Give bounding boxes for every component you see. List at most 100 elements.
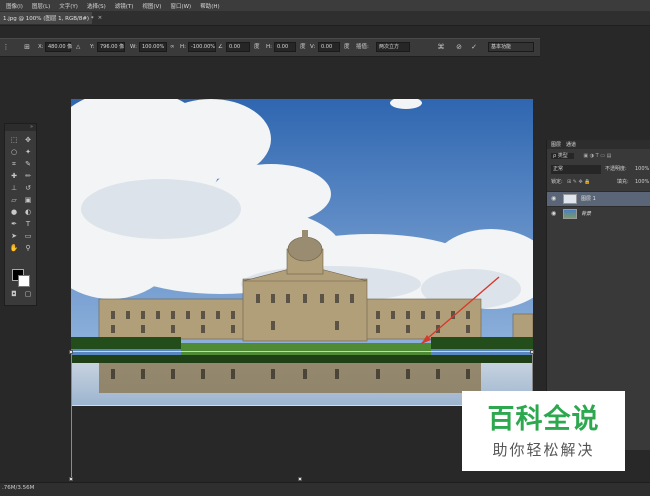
brush-icon[interactable]: ✏ [23,172,33,181]
menu-window[interactable]: 窗口(W) [170,2,191,10]
quick-mask-icon[interactable]: ◘ [9,290,19,299]
interp-label: 插值: [356,44,369,50]
vskew-label: V: [310,44,316,50]
reference-point-icon[interactable]: ⊞ [22,42,32,52]
gradient-icon[interactable]: ▣ [23,196,33,205]
move-icon[interactable]: ✥ [23,136,33,145]
fill-field[interactable]: 100% [635,177,649,188]
y-field[interactable]: 796.00 像 [97,42,125,52]
screen-mode-icon[interactable]: ▢ [23,290,33,299]
close-icon[interactable]: × [98,15,103,21]
layers-panel-tabs: 图层 通道 [547,140,650,149]
options-bar: ⋮ ⊞ X: 480.00 像 △ Y: 796.00 像 W: 100.00%… [0,38,540,57]
menu-layer[interactable]: 图层(L) [32,2,50,10]
menu-image[interactable]: 图像(I) [6,2,23,10]
layer-thumbnail [563,209,577,219]
blend-mode-select[interactable]: 正常 [551,165,601,174]
w-label: W: [130,44,137,50]
transform-guide-left [71,352,72,480]
eyedropper-icon[interactable]: ✎ [23,160,33,169]
magic-wand-icon[interactable]: ✦ [23,148,33,157]
eraser-icon[interactable]: ▱ [9,196,19,205]
layer-kind-select[interactable]: ρ 类型 [551,153,574,159]
menu-bar: 图像(I) 图层(L) 文字(Y) 选择(S) 滤镜(T) 视图(V) 窗口(W… [0,0,650,11]
blend-row: 正常 不透明度: 100% [547,164,650,175]
hand-icon[interactable]: ✋ [9,244,19,253]
tab-layers[interactable]: 图层 [551,141,561,148]
transform-handle[interactable] [69,477,73,481]
transform-handle[interactable] [69,350,73,354]
healing-icon[interactable]: ✚ [9,172,19,181]
watermark-title: 百科全说 [487,404,600,435]
menu-select[interactable]: 选择(S) [87,2,106,10]
cancel-icon[interactable]: ⊘ [454,42,464,52]
x-label: X: [38,44,44,50]
h-field[interactable]: -100.00% [188,42,216,52]
document-tab[interactable]: 1.jpg @ 100% (图层 1, RGB/8#) * × [0,12,102,24]
toolbox: » ⬚ ✥ ○ ✦ ⌗ ✎ ✚ ✏ ⊥ ↺ ▱ ▣ ● ◐ ✒ T ➤ ▭ ✋ … [4,123,37,306]
blur-icon[interactable]: ● [9,208,19,217]
toolbox-collapse-icon[interactable]: » [5,124,36,131]
transform-guide-right [532,352,533,392]
menu-type[interactable]: 文字(Y) [59,2,78,10]
hskew-field[interactable]: 0.00 [274,42,296,52]
menu-view[interactable]: 视图(V) [142,2,161,10]
workspace-select[interactable]: 基本功能 [488,42,534,52]
crop-icon[interactable]: ⌗ [9,160,19,169]
angle-field[interactable]: 0.00 [226,42,250,52]
pen-icon[interactable]: ✒ [9,220,19,229]
opacity-field[interactable]: 100% [635,164,649,175]
dodge-icon[interactable]: ◐ [23,208,33,217]
background-color-swatch[interactable] [18,275,30,287]
tab-channels[interactable]: 通道 [566,141,576,148]
doc-size-readout: .76M/3.56M [2,485,35,491]
w-field[interactable]: 100.00% [139,42,167,52]
document-canvas[interactable] [71,99,533,406]
fill-label: 填充: [617,179,629,185]
transform-handle[interactable] [298,477,302,481]
layer-filter-row: ρ 类型 ▣ ◑ T ▭ ▤ [547,151,650,162]
path-select-icon[interactable]: ➤ [9,232,19,241]
eye-icon[interactable]: ◉ [551,195,556,202]
watermark-subtitle: 助你轻松解决 [492,441,595,459]
interp-select[interactable]: 两次立方 [376,42,410,52]
vskew-unit: 度 [344,44,350,50]
lock-icons[interactable]: ⊞ ✎ ✥ 🔒 [567,177,591,188]
x-field[interactable]: 480.00 像 [45,42,72,52]
shape-icon[interactable]: ▭ [23,232,33,241]
watermark-logo: 百科全说 助你轻松解决 [462,391,625,471]
zoom-icon[interactable]: ⚲ [23,244,33,253]
angle-unit: 度 [254,44,260,50]
layer-row[interactable]: ◉ 背景 [547,206,650,221]
lock-row: 锁定: ⊞ ✎ ✥ 🔒 填充: 100% [547,177,650,188]
marquee-icon[interactable]: ⬚ [9,136,19,145]
layer-row[interactable]: ◉ 图层 1 [547,191,650,206]
status-bar: .76M/3.56M [0,482,650,496]
layer-name: 图层 1 [581,196,596,202]
layer-thumbnail [563,194,577,204]
castle-photo [71,99,533,406]
type-icon[interactable]: T [23,220,33,229]
hskew-label: H: [266,44,272,50]
warp-icon[interactable]: ⌘ [436,42,446,52]
y-label: Y: [90,44,95,50]
menu-filter[interactable]: 滤镜(T) [115,2,134,10]
stamp-icon[interactable]: ⊥ [9,184,19,193]
h-label: H: [180,44,186,50]
transform-handle[interactable] [530,350,534,354]
history-brush-icon[interactable]: ↺ [23,184,33,193]
lasso-icon[interactable]: ○ [9,148,19,157]
commit-icon[interactable]: ✓ [469,42,479,52]
document-tab-bar: 1.jpg @ 100% (图层 1, RGB/8#) * × [0,11,650,26]
document-tab-title: 1.jpg @ 100% (图层 1, RGB/8#) * [3,16,94,22]
menu-help[interactable]: 帮助(H) [200,2,219,10]
tool-preset-icon[interactable]: ⋮ [1,42,11,52]
layer-name: 背景 [581,211,592,217]
opacity-label: 不透明度: [605,166,627,172]
eye-icon[interactable]: ◉ [551,210,556,217]
lock-label: 锁定: [551,179,563,185]
vskew-field[interactable]: 0.00 [318,42,340,52]
link-icon[interactable]: ∞ [170,42,175,52]
filter-icons[interactable]: ▣ ◑ T ▭ ▤ [583,153,611,159]
hskew-unit: 度 [300,44,306,50]
